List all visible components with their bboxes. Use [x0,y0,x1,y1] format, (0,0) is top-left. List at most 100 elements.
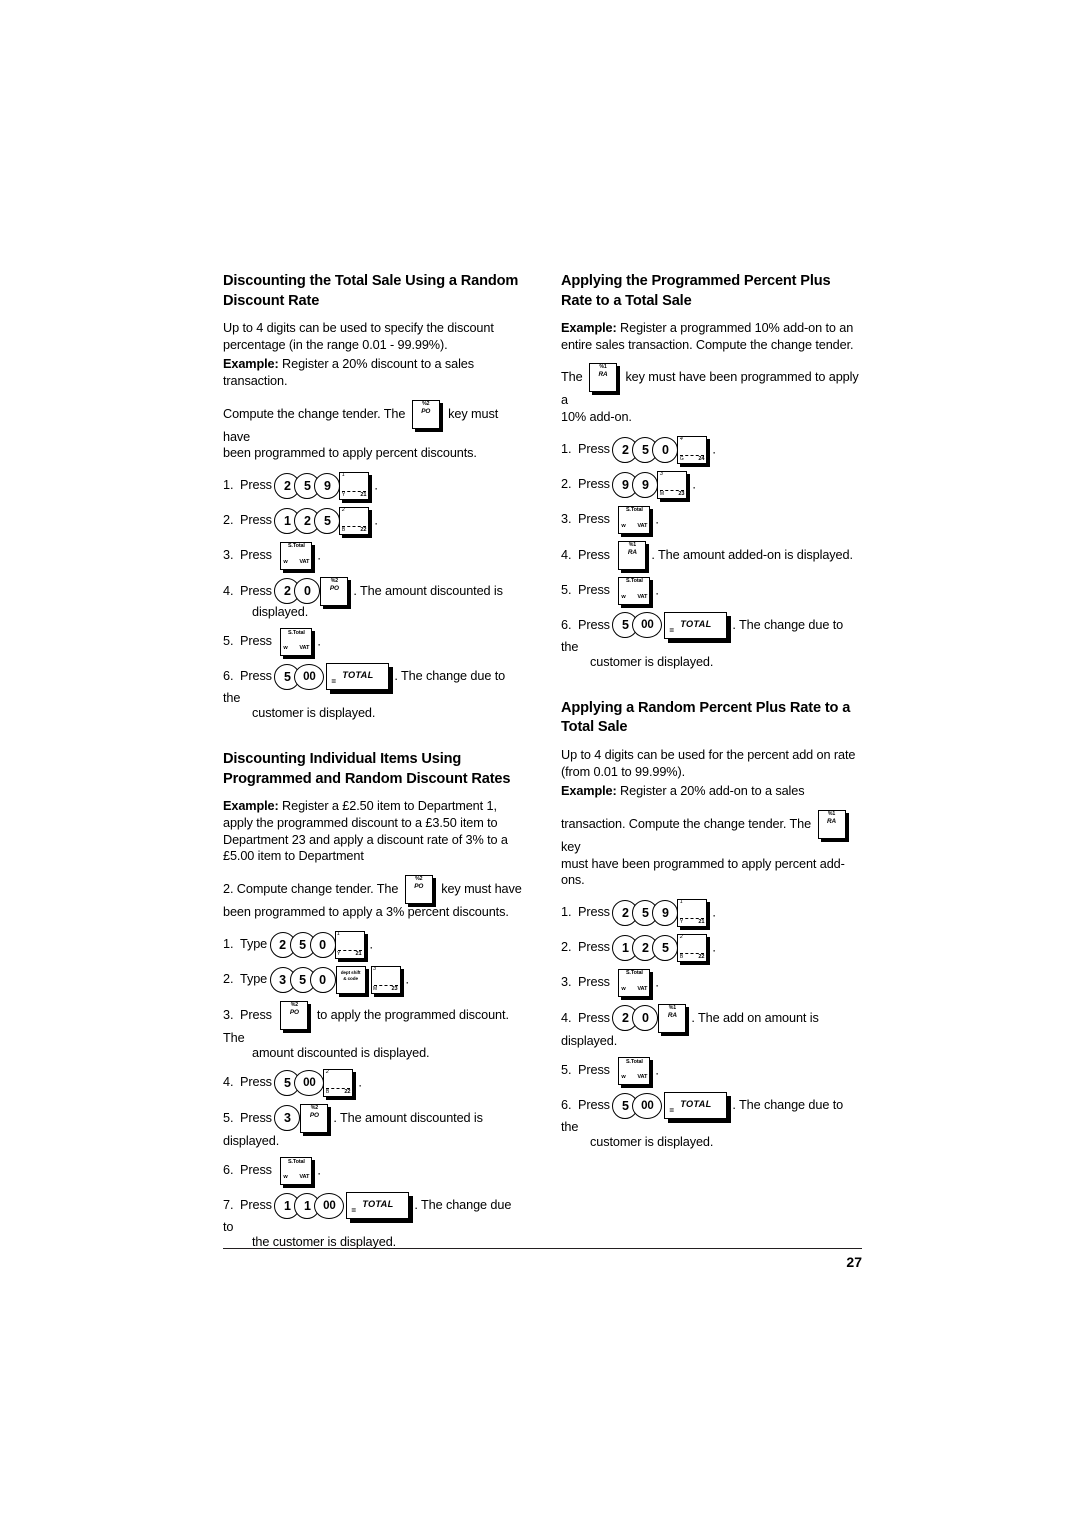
department-key-icon: 3 M 23 [657,470,688,499]
key-note-line2: must have been programmed to apply perce… [561,856,845,888]
subtotal-key-bottom-row: w VAT [283,1175,309,1181]
step-verb: Press [578,905,610,920]
step-trailing-text: . The amount discounted is [353,583,503,598]
step-item: 4. Press 2 0 %1 RA . The add on amount is di… [561,1003,863,1050]
intro-text: Up to 4 digits can be used to specify th… [223,321,494,352]
dept-key-number-label: 21 [355,950,362,957]
step-number: 3. [561,975,572,990]
step-item: 4. Press 5 00 2 B 22 . [223,1068,362,1097]
step-item: 1. Press 2 5 0 4 G 24 . [561,435,716,464]
subtotal-key-w-label: w [621,523,626,530]
subtotal-key-bottom-row: w VAT [283,560,309,566]
step-number: 3. [223,548,234,563]
step-item: 3. Press %2 PO to apply the programmed dis… [223,1000,525,1062]
percent-po-bottom-label: PO [309,1111,319,1119]
percent-po-key-icon: %2 PO [320,576,349,606]
dept-key-top-label: 3 [373,965,376,972]
step-number: 6. [561,1097,572,1112]
step-item: 3. Press S.Total w VAT. [561,505,863,534]
key-note-after: key must have [441,881,522,896]
number-key: 9 [314,472,341,499]
step-item: 5. Press 3 %2 PO . The amount discounted is… [223,1103,525,1150]
two-column-layout: Discounting the Total Sale Using a Rando… [223,272,863,1258]
percent-ra-bottom-label: RA [627,548,637,556]
subtotal-key-icon: S.Total w VAT [618,1057,651,1086]
dept-key-top-label: 2 [341,506,345,513]
department-key-icon: 2 B 22 [323,1068,354,1097]
key-sequence: 5 00 TOTAL = [612,1092,732,1120]
subtotal-key-top-label: S.Total [625,578,643,585]
step-continuation: customer is displayed. [590,654,714,669]
step-continuation: customer is displayed. [590,1135,714,1150]
step-item: 5. Press S.Total w VAT. [561,576,863,605]
example-line: Example: Register a 20% discount to a sa… [223,356,525,389]
step-item: 2. Press 9 9 3 M 23 . [561,470,696,499]
percent-po-bottom-label: PO [329,584,339,592]
percent-po-top-label: %2 [422,400,430,407]
step-verb: Type [240,937,268,952]
percent-ra-top-label: %1 [599,364,607,371]
footer-divider [223,1248,862,1249]
percent-ra-bottom-label: RA [598,371,608,379]
subtotal-key-icon: S.Total w VAT [618,505,651,534]
key-note-before: Compute the change tender. The [223,406,406,421]
subtotal-key-top-label: S.Total [287,543,305,550]
number-key: 5 [652,934,679,961]
subtotal-key-w-label: w [621,594,626,601]
step-number: 5. [223,1110,234,1125]
step-number: 1. [223,478,234,493]
dept-key-top-label: 3 [659,470,663,477]
subtotal-key-vat-label: VAT [637,986,648,993]
step-item: 6. Press S.Total w VAT. [223,1157,525,1186]
subtotal-key-vat-label: VAT [637,1074,648,1081]
subtotal-key-icon: S.Total w VAT [618,576,651,605]
key-note-line1: Compute the change tender. The %2 PO key… [223,399,525,446]
step-number: 6. [223,668,234,683]
step-number: 4. [223,1075,234,1090]
number-key: 00 [314,1192,345,1219]
subtotal-key-top-label: S.Total [625,507,643,514]
left-column: Discounting the Total Sale Using a Rando… [223,272,525,1258]
step-verb: Press [578,477,610,492]
dept-key-number-label: 22 [698,953,705,960]
step-verb: Press [578,547,610,562]
subtotal-key-icon: S.Total w VAT [280,628,313,657]
dept-key-color-label: Y [337,951,341,958]
step-verb: Press [240,1075,272,1090]
total-key-label: TOTAL [342,670,374,681]
step-verb: Press [578,617,610,632]
key-sequence: 2 0 %2 PO [274,576,353,606]
dept-key-color-label: B [325,1089,330,1096]
step-item: 6. Press 5 00 TOTAL = . The change due to th… [561,611,863,671]
section-heading-random-discount: Discounting the Total Sale Using a Rando… [223,273,519,309]
key-sequence: 2 5 9 1 Y 21 [274,471,374,500]
percent-ra-bottom-label: RA [827,817,837,825]
step-verb: Press [578,442,610,457]
number-key: 9 [652,899,679,926]
key-sequence: 1 1 00 TOTAL = [274,1192,414,1220]
key-note-before: transaction. Compute the change tender. … [561,816,812,831]
step-number: 2. [223,972,234,987]
subtotal-key-vat-label: VAT [637,594,648,601]
dept-key-color-label: M [659,491,664,498]
dept-key-top-label: 1 [337,930,340,937]
total-key-label: TOTAL [680,1099,712,1110]
step-verb: Press [578,940,610,955]
subtotal-key-bottom-row: w VAT [283,646,309,652]
step-number: 4. [223,583,234,598]
dept-key-top-label: 1 [679,898,683,905]
step-number: 7. [223,1197,234,1212]
key-note-before: The [561,370,583,385]
step-verb: Press [240,1110,272,1125]
number-key: 3 [274,1105,301,1132]
percent-ra-bottom-label: RA [667,1011,677,1019]
step-verb: Press [240,513,272,528]
key-sequence: 2 5 0 4 G 24 [612,435,712,464]
step-verb: Press [240,583,272,598]
step-number: 5. [561,583,572,598]
step-verb: Press [240,478,272,493]
step-trailing-text: . The amount added-on is displayed. [651,547,853,562]
number-key: 0 [652,436,679,463]
department-key-icon: 1 Y 21 [334,930,365,959]
section-heading-random-percent-plus: Applying a Random Percent Plus Rate to a… [561,699,851,736]
